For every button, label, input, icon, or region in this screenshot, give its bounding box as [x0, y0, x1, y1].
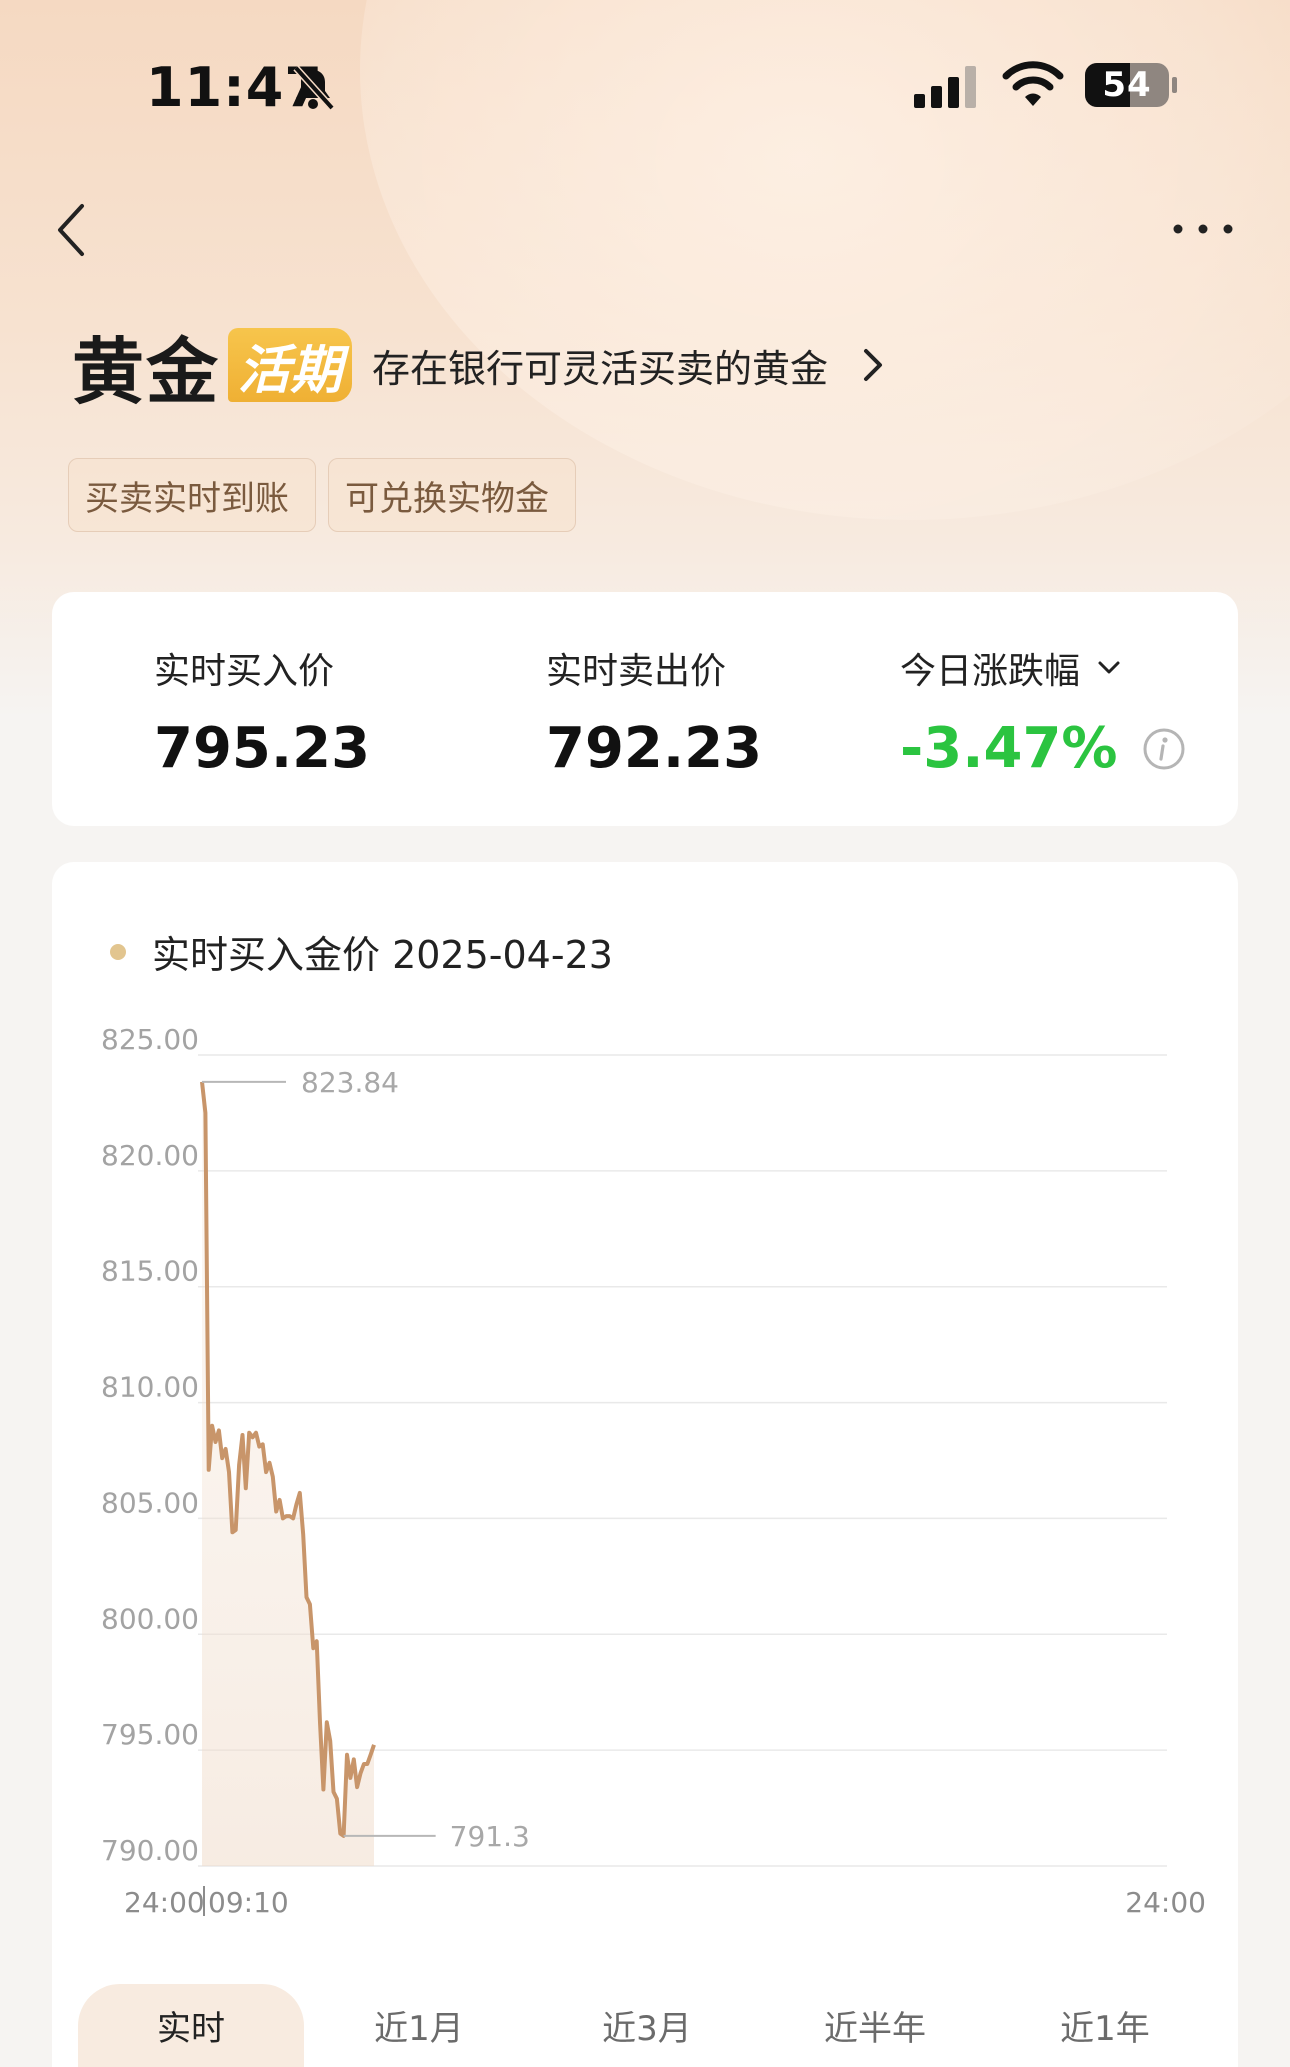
product-badge: 活期 [228, 328, 353, 402]
buy-price-block: 实时买入价 795.23 [154, 642, 370, 781]
cellular-signal-icon [914, 66, 976, 108]
price-chart-card: 实时买入金价 2025-04-23 825.00 820.00 815.00 810.… [52, 862, 1238, 2067]
tab-half-year[interactable]: 近半年 [762, 1984, 988, 2067]
max-value-label: 823.84 [301, 1066, 399, 1099]
feature-tag-realtime: 买卖实时到账 [68, 458, 316, 532]
tab-realtime[interactable]: 实时 [78, 1984, 304, 2067]
y-tick-label: 790.00 [101, 1834, 199, 1867]
y-tick-label: 810.00 [101, 1371, 199, 1404]
sell-price-label: 实时卖出价 [546, 651, 727, 692]
daily-change-block: 今日涨跌幅 -3.47% [900, 642, 1186, 781]
buy-price-label: 实时买入价 [154, 651, 335, 692]
buy-price-value: 795.23 [154, 716, 371, 781]
chevron-down-icon [1098, 661, 1120, 674]
y-tick-label: 795.00 [101, 1718, 199, 1751]
tab-1-month[interactable]: 近1月 [306, 1984, 532, 2067]
y-tick-label: 805.00 [101, 1486, 199, 1519]
feature-tag-physical-gold: 可兑换实物金 [328, 458, 576, 532]
x-tick-label: 09:10 [208, 1886, 289, 1919]
min-value-label: 791.3 [450, 1820, 530, 1853]
range-tab-bar: 实时 近1月 近3月 近半年 近1年 [52, 1984, 1238, 2067]
daily-change-value: -3.47% [900, 716, 1118, 781]
y-tick-label: 815.00 [101, 1255, 199, 1288]
price-card: 实时买入价 795.23 实时卖出价 792.23 今日涨跌幅 -3.47% [52, 592, 1238, 826]
sell-price-block: 实时卖出价 792.23 [546, 642, 762, 781]
battery-level: 54 [1102, 65, 1152, 105]
info-icon[interactable] [1142, 727, 1186, 771]
chevron-right-icon[interactable] [860, 345, 886, 385]
sell-price-value: 792.23 [546, 716, 763, 781]
product-title-row[interactable]: 黄金 活期 存在银行可灵活买卖的黄金 [72, 320, 886, 414]
product-title: 黄金 [72, 328, 221, 414]
tab-3-months[interactable]: 近3月 [534, 1984, 760, 2067]
y-tick-label: 825.00 [101, 1023, 199, 1056]
price-line-chart[interactable]: 825.00 820.00 815.00 810.00 805.00 800.00 795.… [52, 862, 1238, 1992]
daily-change-selector[interactable]: 今日涨跌幅 [900, 642, 1186, 694]
status-bar: 11:47 54 [0, 0, 1290, 175]
x-tick-label: 24:00 [1125, 1886, 1206, 1919]
product-description: 存在银行可灵活买卖的黄金 [372, 346, 829, 391]
bell-muted-icon [293, 65, 335, 111]
more-options-icon[interactable] [1172, 218, 1234, 240]
tab-1-year[interactable]: 近1年 [992, 1984, 1218, 2067]
wifi-icon [1002, 61, 1064, 106]
daily-change-label: 今日涨跌幅 [900, 651, 1081, 692]
back-arrow-icon[interactable] [50, 200, 94, 260]
y-tick-label: 800.00 [101, 1602, 199, 1635]
x-tick-label: 24:00 [124, 1886, 205, 1919]
y-tick-label: 820.00 [101, 1139, 199, 1172]
